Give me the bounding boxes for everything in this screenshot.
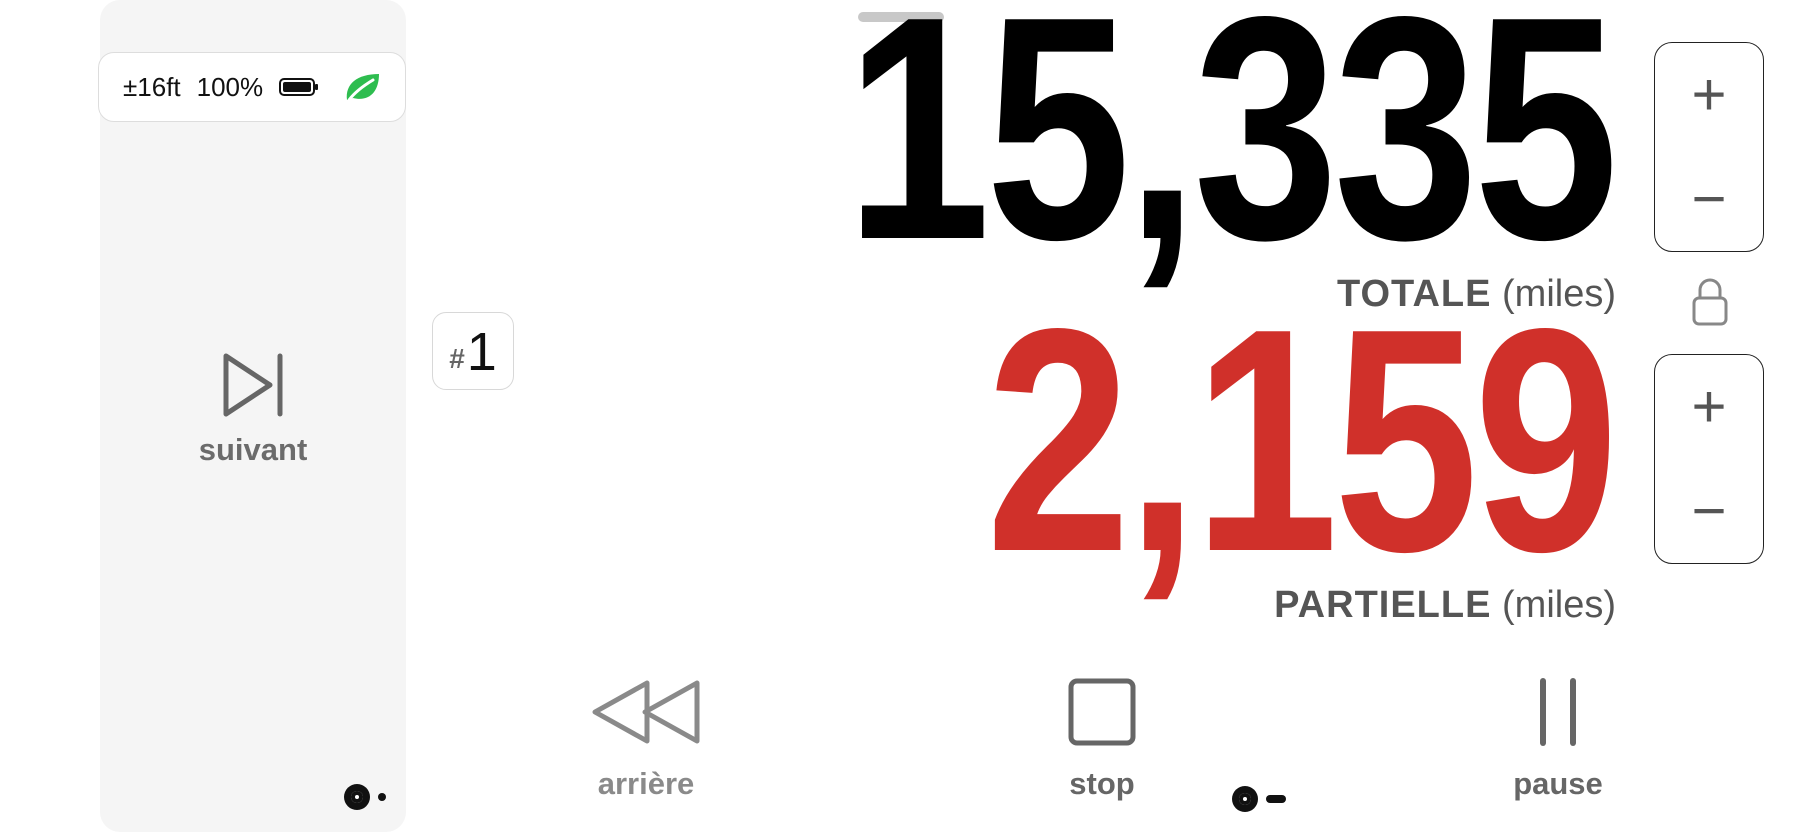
partial-odometer-label: PARTIELLE (miles) <box>1274 584 1616 627</box>
stop-button[interactable]: stop <box>1002 672 1202 802</box>
rewind-label: arrière <box>597 766 695 801</box>
total-increment-button[interactable]: + <box>1655 43 1763 147</box>
status-bar: ±16ft 100% <box>98 52 406 122</box>
skip-forward-icon <box>223 353 283 417</box>
rewind-icon <box>592 680 700 744</box>
page-dash <box>1266 795 1286 803</box>
page-indicator-bottom <box>1232 786 1286 812</box>
pause-label: pause <box>1513 766 1603 801</box>
pause-button[interactable]: pause <box>1458 672 1658 802</box>
partial-label-text: PARTIELLE <box>1274 584 1492 626</box>
trip-number-badge[interactable]: # 1 <box>432 312 514 390</box>
battery-full-icon <box>279 78 319 96</box>
page-dot <box>378 793 386 801</box>
next-button[interactable]: suivant <box>100 350 406 510</box>
total-decrement-button[interactable]: − <box>1655 147 1763 251</box>
partial-increment-button[interactable]: + <box>1655 355 1763 459</box>
partial-decrement-button[interactable]: − <box>1655 459 1763 563</box>
next-label: suivant <box>198 432 308 467</box>
stop-label: stop <box>1069 766 1135 801</box>
leaf-icon[interactable] <box>343 70 383 104</box>
partial-odometer-value: 2,159 <box>986 263 1619 618</box>
trip-number: 1 <box>466 322 497 382</box>
trip-hash: # <box>449 343 465 374</box>
pause-icon <box>1540 678 1576 746</box>
partial-label-unit: (miles) <box>1502 584 1616 626</box>
page-dot-active <box>1232 786 1258 812</box>
total-stepper: + − <box>1654 42 1764 252</box>
page-indicator-left <box>344 784 386 810</box>
stop-icon <box>1068 678 1136 746</box>
page-dot-active <box>344 784 370 810</box>
gps-accuracy: ±16ft <box>123 71 181 102</box>
total-odometer-value: 15,335 <box>845 0 1619 306</box>
lock-icon[interactable] <box>1690 276 1730 328</box>
battery-percentage: 100% <box>196 71 264 102</box>
partial-stepper: + − <box>1654 354 1764 564</box>
rewind-button[interactable]: arrière <box>546 672 746 802</box>
